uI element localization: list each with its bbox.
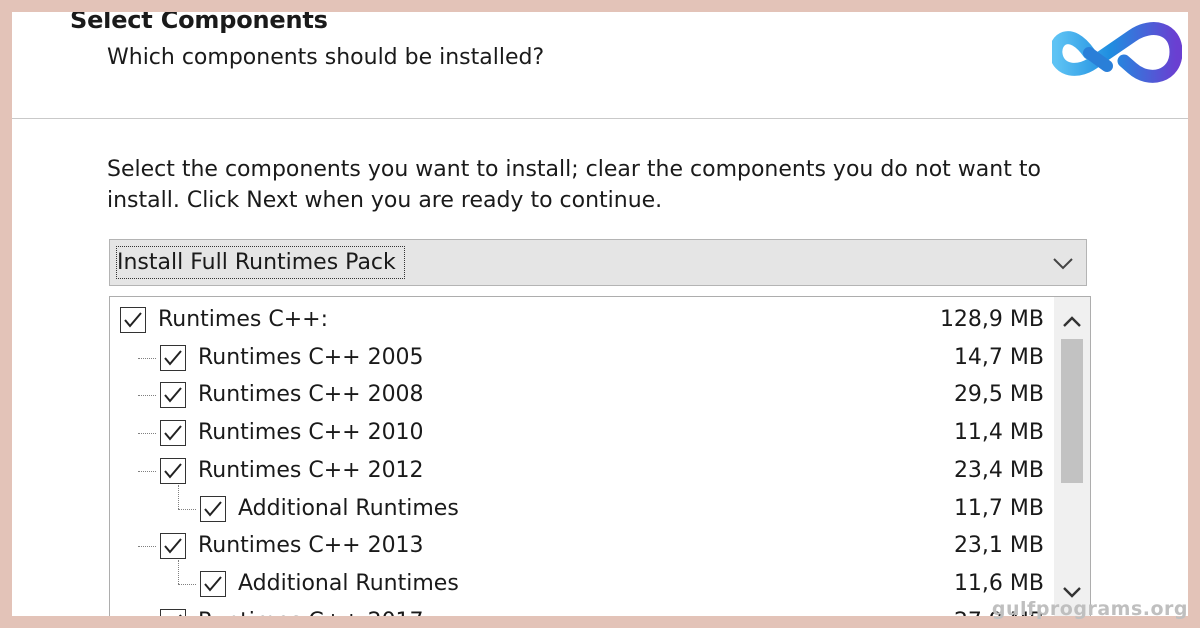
chevron-down-icon [1050,252,1076,274]
component-size: 23,1 MB [953,533,1044,559]
component-checkbox[interactable] [200,495,226,522]
component-row[interactable]: Runtimes C++ 2010 11,4 MB [110,415,1044,452]
component-row[interactable]: Additional Runtimes 11,6 MB [110,559,1044,603]
scroll-thumb[interactable] [1061,339,1083,483]
component-checkbox[interactable] [200,570,226,597]
instruction-text: Select the components you want to instal… [107,157,1041,213]
component-checkbox[interactable] [160,457,186,484]
install-type-value: Install Full Runtimes Pack [116,246,405,279]
scroll-up-button[interactable] [1054,305,1090,339]
tree-connector [178,508,196,510]
component-row[interactable]: Runtimes C++: 128,9 MB [110,302,1044,339]
component-checkbox[interactable] [160,533,186,560]
component-checkbox[interactable] [160,344,186,371]
install-type-dropdown[interactable]: Install Full Runtimes Pack [109,239,1087,286]
component-label: Runtimes C++ 2012 [198,457,424,483]
tree-connector [178,559,179,584]
component-size: 128,9 MB [939,307,1044,332]
component-row[interactable]: Runtimes C++ 201727,9 MB [110,604,1044,616]
component-label: Runtimes C++ 2010 [198,420,424,446]
component-size: 11,6 MB [953,570,1044,596]
component-label: Additional Runtimes [238,495,459,521]
component-size: 14,7 MB [953,344,1044,370]
tree-connector [138,546,156,548]
component-size: 23,4 MB [953,457,1044,483]
tree-connector [138,433,156,435]
page-title: Select Components [70,12,328,34]
component-row[interactable]: Runtimes C++ 2005 14,7 MB [110,340,1044,377]
visual-studio-logo-icon [1049,18,1183,88]
component-label: Runtimes C++ 2013 [198,533,424,559]
tree-connector [178,583,196,585]
component-label: Additional Runtimes [238,570,459,596]
component-checkbox[interactable] [120,307,146,333]
component-checkbox[interactable] [160,608,186,616]
watermark: gulfprograms.org [991,598,1188,620]
component-row[interactable]: Runtimes C++ 2008 29,5 MB [110,377,1044,414]
installer-window: Select Components Which components shoul… [12,12,1188,616]
tree-connector [138,395,156,397]
component-row[interactable]: Runtimes C++ 2013 23,1 MB [110,528,1044,565]
component-row[interactable]: Runtimes C++ 2012 23,4 MB [110,453,1044,490]
component-label: Runtimes C++ 2005 [198,344,424,370]
component-label: Runtimes C++ 2008 [198,382,424,408]
component-size: 11,7 MB [953,495,1044,521]
header-separator [12,118,1188,119]
list-scrollbar[interactable] [1054,297,1090,616]
components-list[interactable]: Runtimes C++: 128,9 MB Runtimes C++ 2005 14… [109,296,1091,616]
component-checkbox[interactable] [160,382,186,409]
component-label: Runtimes C++: [158,307,328,332]
component-checkbox[interactable] [160,420,186,447]
component-size: 11,4 MB [953,420,1044,446]
tree-connector [138,357,156,359]
tree-connector [138,470,156,472]
tree-connector [178,484,179,509]
page-subtitle: Which components should be installed? [107,45,545,70]
component-label: Runtimes C++ 2017 [198,605,424,616]
component-row[interactable]: Additional Runtimes 11,7 MB [110,484,1044,528]
component-size: 29,5 MB [953,382,1044,408]
